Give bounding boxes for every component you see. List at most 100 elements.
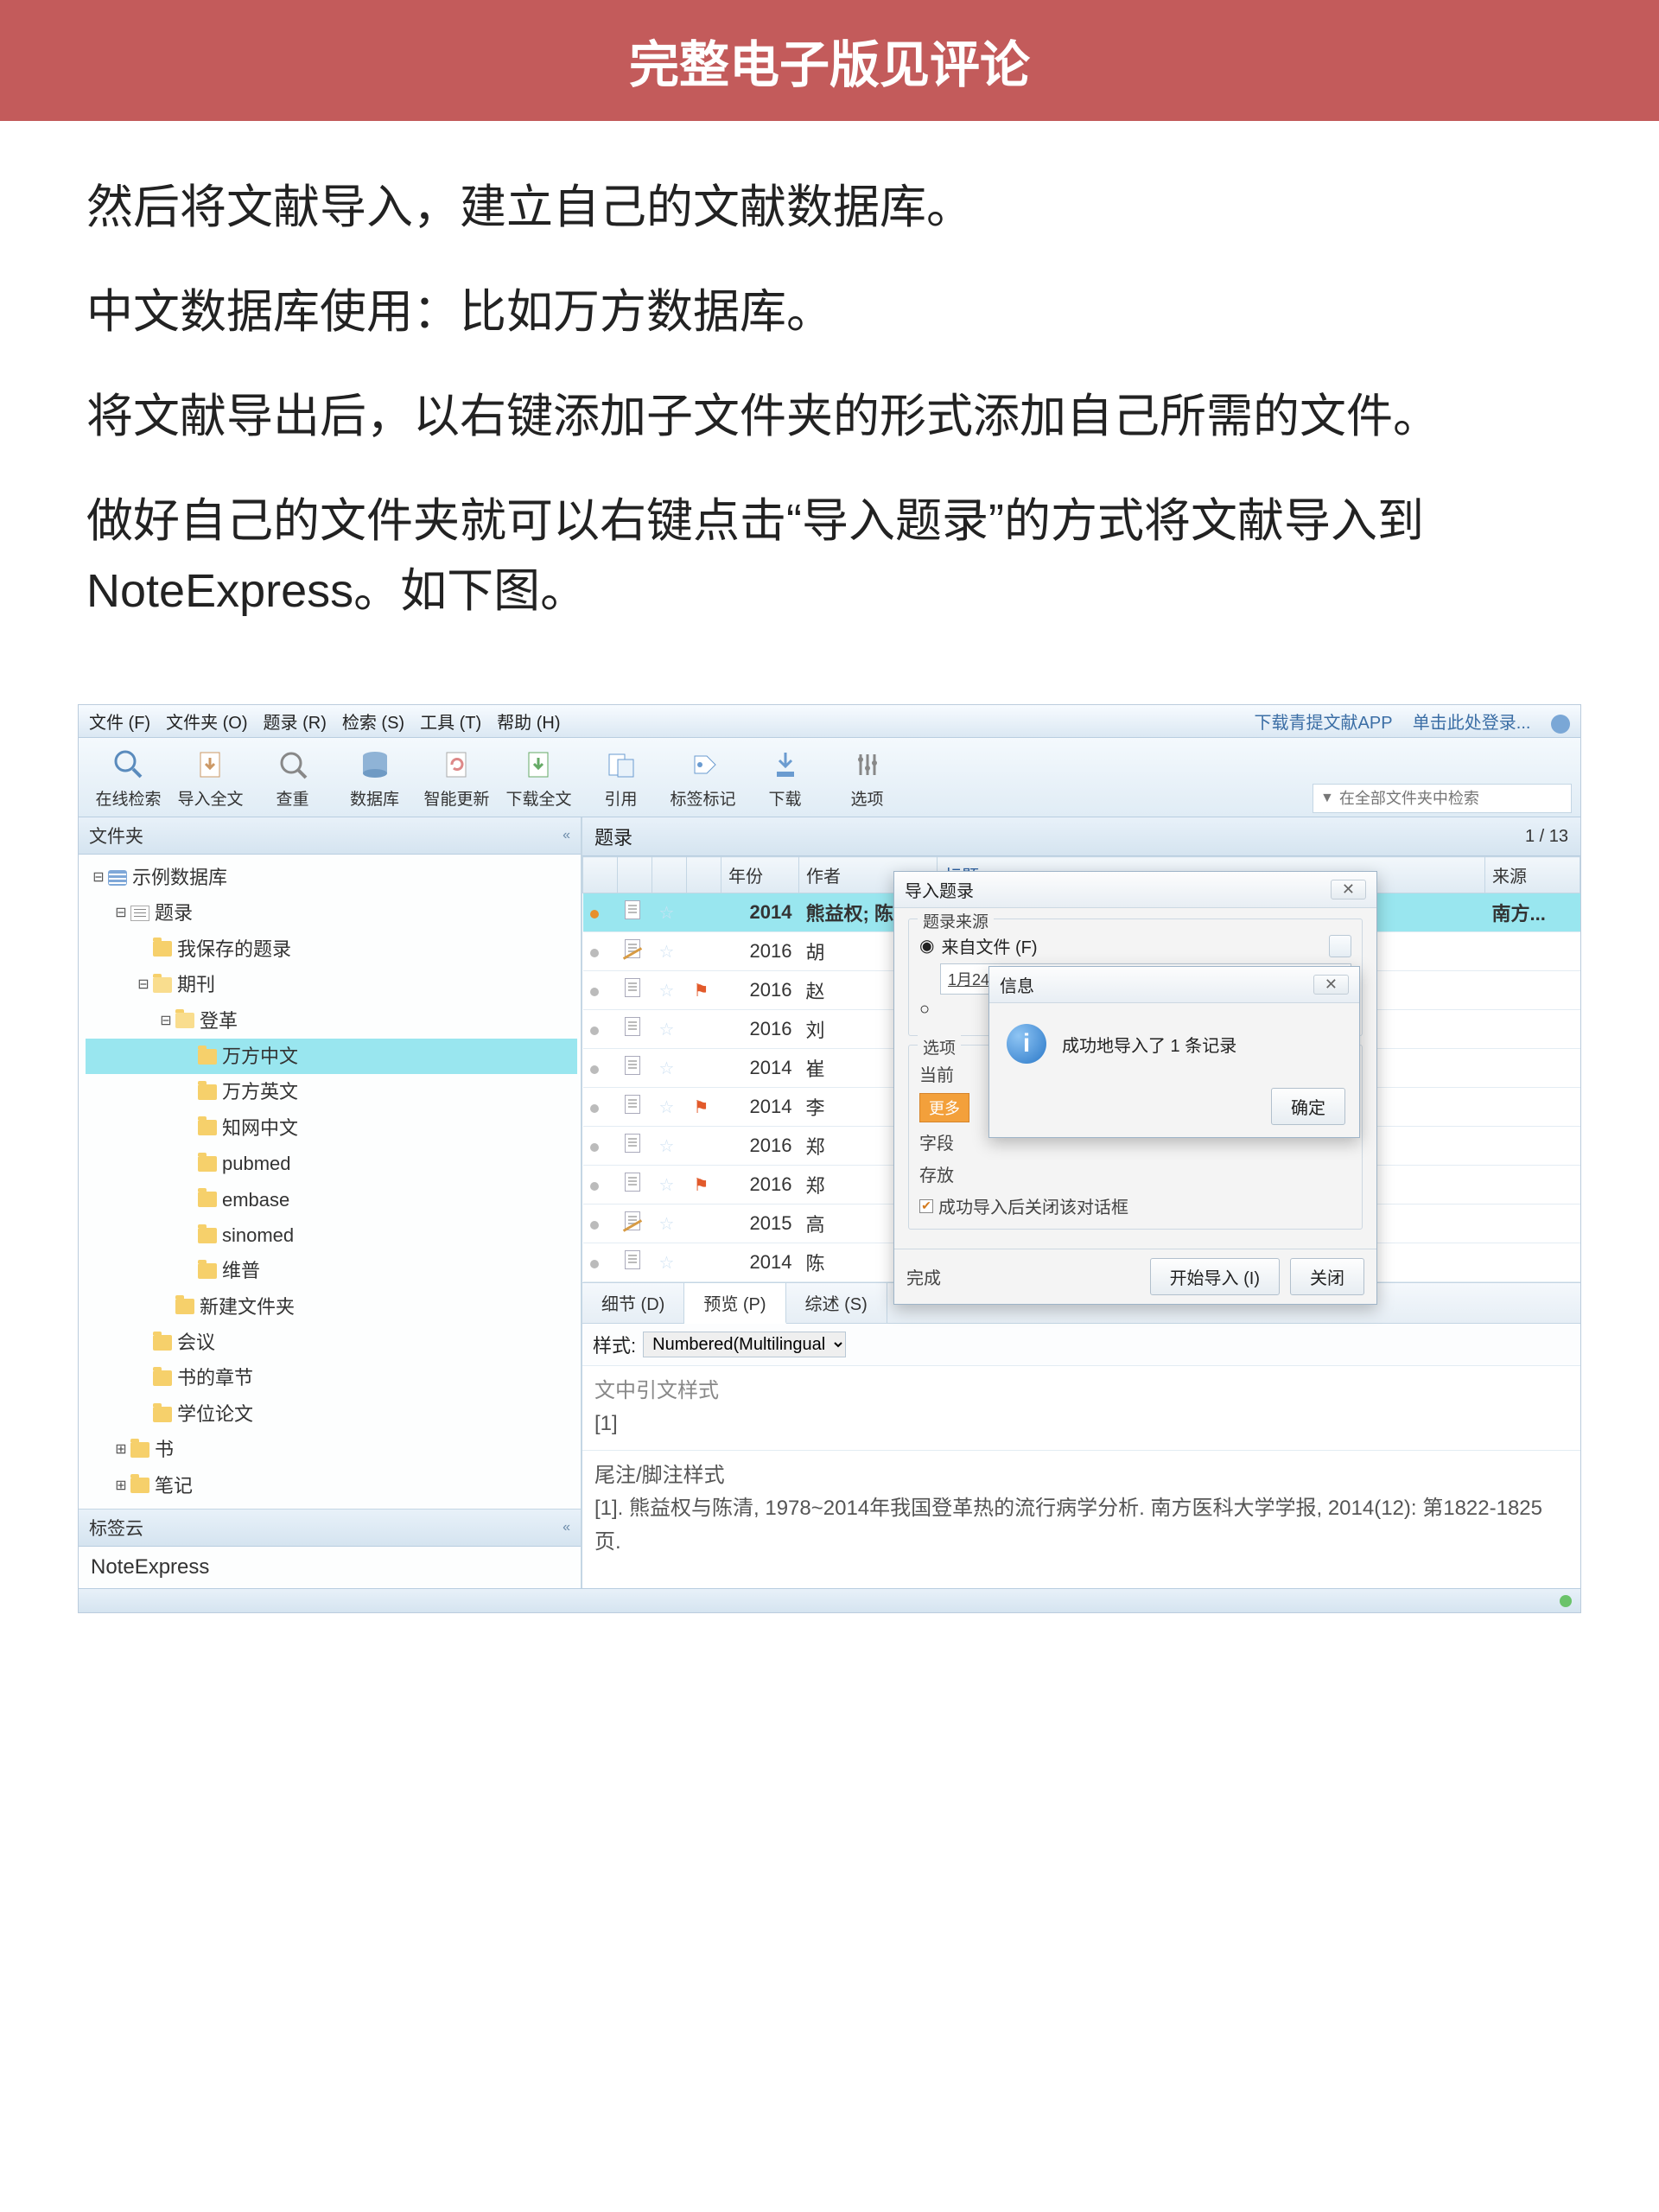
status-dot-icon: [590, 1182, 599, 1191]
folder-search-box[interactable]: ▼: [1313, 784, 1572, 813]
tree-node-dengge[interactable]: ⊟登革: [86, 1003, 577, 1039]
menu-bar: 文件 (F) 文件夹 (O) 题录 (R) 检索 (S) 工具 (T) 帮助 (…: [79, 705, 1580, 738]
tree-node-records[interactable]: ⊟题录: [86, 895, 577, 931]
folder-icon: [130, 1442, 149, 1458]
cite-icon: [603, 747, 639, 783]
tree-node-book[interactable]: ⊞书: [86, 1432, 577, 1467]
toolbar-download-fulltext[interactable]: 下载全文: [498, 743, 580, 813]
star-icon[interactable]: ☆: [659, 1254, 675, 1273]
close-after-import-checkbox[interactable]: ✔成功导入后关闭该对话框: [919, 1193, 1351, 1218]
toolbar-cite[interactable]: 引用: [580, 743, 662, 813]
page-icon: [625, 900, 640, 919]
start-import-button[interactable]: 开始导入 (I): [1150, 1258, 1280, 1295]
tree-node-mysaved[interactable]: 我保存的题录: [86, 931, 577, 967]
toolbar-options[interactable]: 选项: [826, 743, 908, 813]
star-icon[interactable]: ☆: [659, 1098, 675, 1117]
ok-button[interactable]: 确定: [1271, 1088, 1345, 1125]
menu-help[interactable]: 帮助 (H): [497, 709, 560, 734]
close-button[interactable]: 关闭: [1290, 1258, 1364, 1295]
folder-tree[interactable]: ⊟示例数据库 ⊟题录 我保存的题录 ⊟期刊 ⊟登革 万方中文 万方英文 知网中文…: [79, 855, 581, 1509]
pencil-icon: [625, 1211, 640, 1230]
star-icon[interactable]: ☆: [659, 982, 675, 1001]
tree-node-embase[interactable]: embase: [86, 1182, 577, 1217]
page-icon: [625, 1095, 640, 1114]
flag-icon[interactable]: ⚑: [694, 1098, 709, 1117]
body-paragraph: 做好自己的文件夹就可以右键点击“导入题录”的方式将文献导入到NoteExpres…: [86, 486, 1573, 626]
radio-alt[interactable]: ○: [919, 1000, 930, 1020]
col-source[interactable]: 来源: [1485, 857, 1580, 893]
search-input[interactable]: [1339, 790, 1564, 808]
article-body: 然后将文献导入，建立自己的文献数据库。 中文数据库使用：比如万方数据库。 将文献…: [0, 121, 1659, 687]
star-icon[interactable]: ☆: [659, 1059, 675, 1078]
tree-node-wanfang-cn[interactable]: 万方中文: [86, 1039, 577, 1074]
user-avatar-icon[interactable]: [1551, 715, 1570, 734]
tab-preview[interactable]: 预览 (P): [684, 1283, 785, 1324]
flag-icon[interactable]: ⚑: [694, 982, 709, 1001]
status-bar: [79, 1588, 1580, 1612]
sliders-icon: [849, 747, 886, 783]
tree-node-pubmed[interactable]: pubmed: [86, 1146, 577, 1181]
toolbar-label[interactable]: 标签标记: [662, 743, 744, 813]
status-dot-icon: [590, 1065, 599, 1074]
top-banner: 完整电子版见评论: [0, 0, 1659, 121]
menu-folder[interactable]: 文件夹 (O): [166, 709, 247, 734]
tree-node-newfolder[interactable]: 新建文件夹: [86, 1289, 577, 1325]
tree-node-journal[interactable]: ⊟期刊: [86, 967, 577, 1002]
tree-node-wanfang-en[interactable]: 万方英文: [86, 1074, 577, 1109]
toolbar-import-fulltext[interactable]: 导入全文: [169, 743, 251, 813]
import-status: 完成: [906, 1264, 941, 1289]
tree-node-cnki-cn[interactable]: 知网中文: [86, 1110, 577, 1146]
star-icon[interactable]: ☆: [659, 1215, 675, 1234]
tree-node-weipu[interactable]: 维普: [86, 1253, 577, 1288]
tree-node-database[interactable]: ⊟示例数据库: [86, 860, 577, 895]
page-icon: [625, 1250, 640, 1269]
toolbar-online-search[interactable]: 在线检索: [87, 743, 169, 813]
browse-button[interactable]: [1329, 935, 1351, 957]
toolbar-smart-update[interactable]: 智能更新: [416, 743, 498, 813]
toolbar-database[interactable]: 数据库: [334, 743, 416, 813]
tree-node-thesis[interactable]: 学位论文: [86, 1396, 577, 1432]
star-icon[interactable]: ☆: [659, 1176, 675, 1195]
menu-file[interactable]: 文件 (F): [89, 709, 150, 734]
page-icon: [625, 1134, 640, 1153]
footnote-body: [1]. 熊益权与陈清, 1978~2014年我国登革热的流行病学分析. 南方医…: [594, 1492, 1568, 1559]
page-icon: [625, 1056, 640, 1075]
search-dropdown-icon[interactable]: ▼: [1320, 791, 1334, 806]
link-login[interactable]: 单击此处登录...: [1413, 714, 1531, 733]
menu-search[interactable]: 检索 (S): [342, 709, 404, 734]
folder-pane: 文件夹« ⊟示例数据库 ⊟题录 我保存的题录 ⊟期刊 ⊟登革 万方中文 万方英文…: [79, 817, 582, 1588]
toolbar-dedup[interactable]: 查重: [251, 743, 334, 813]
more-button[interactable]: 更多: [919, 1093, 969, 1122]
tree-node-notes[interactable]: ⊞笔记: [86, 1468, 577, 1503]
tag-icon: [685, 747, 721, 783]
star-icon[interactable]: ☆: [659, 943, 675, 962]
toolbar-download[interactable]: 下载: [744, 743, 826, 813]
tab-detail[interactable]: 细节 (D): [582, 1283, 684, 1323]
tab-summary[interactable]: 综述 (S): [786, 1283, 887, 1323]
star-icon[interactable]: ☆: [659, 1137, 675, 1156]
star-icon[interactable]: ☆: [659, 904, 675, 923]
collapse-icon[interactable]: «: [563, 828, 570, 843]
col-year[interactable]: 年份: [721, 857, 799, 893]
tree-node-sinomed[interactable]: sinomed: [86, 1217, 577, 1253]
import-dialog-titlebar[interactable]: 导入题录 ✕: [894, 872, 1376, 908]
collapse-icon[interactable]: «: [563, 1520, 570, 1535]
star-icon[interactable]: ☆: [659, 1020, 675, 1039]
menu-tool[interactable]: 工具 (T): [420, 709, 481, 734]
status-dot-icon: [590, 1104, 599, 1113]
radio-from-file[interactable]: ◉: [919, 935, 934, 957]
link-download-app[interactable]: 下载青提文献APP: [1255, 714, 1393, 733]
flag-icon[interactable]: ⚑: [694, 1176, 709, 1195]
record-pane: 题录 1 / 13 年份 作者 标题 ▲ 来源 ☆2014熊益权; 陈清1978…: [582, 817, 1580, 1588]
menu-record[interactable]: 题录 (R): [264, 709, 327, 734]
tree-node-conference[interactable]: 会议: [86, 1325, 577, 1360]
close-icon[interactable]: ✕: [1331, 880, 1366, 899]
close-icon[interactable]: ✕: [1313, 975, 1349, 995]
folder-icon: [198, 1049, 217, 1065]
folder-icon: [198, 1192, 217, 1207]
status-dot-icon: [590, 1143, 599, 1152]
folder-icon: [175, 1299, 194, 1314]
style-select[interactable]: Numbered(Multilingual: [643, 1332, 846, 1357]
tree-node-bookchapter[interactable]: 书的章节: [86, 1360, 577, 1395]
message-dialog-titlebar[interactable]: 信息 ✕: [989, 967, 1359, 1003]
